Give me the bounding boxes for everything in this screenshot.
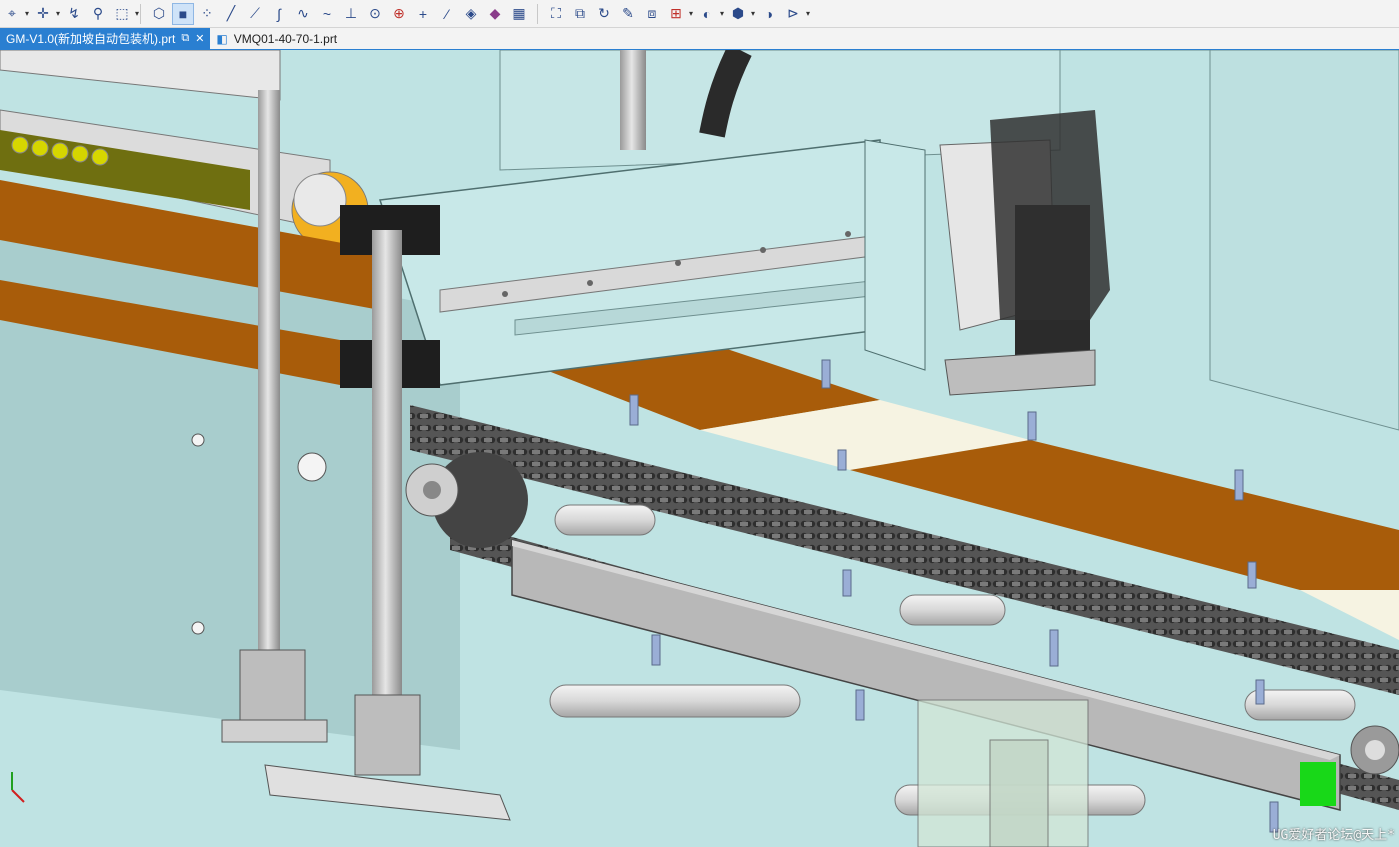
- point-icon[interactable]: ⁘: [196, 3, 218, 25]
- document-tabs: GM-V1.0(新加坡自动包装机).prt ⧉ ✕ ◧ VMQ01-40-70-…: [0, 28, 1399, 51]
- rotate-icon[interactable]: ↻: [593, 3, 615, 25]
- toolbar-separator: [140, 3, 141, 24]
- fit-icon[interactable]: ⛶: [545, 3, 567, 25]
- line-tangent-icon[interactable]: ⟋: [244, 3, 266, 25]
- tab-main-assembly[interactable]: GM-V1.0(新加坡自动包装机).prt ⧉ ✕: [0, 28, 211, 49]
- part-icon: ◧: [216, 31, 228, 46]
- sheet-icon[interactable]: ◈: [460, 3, 482, 25]
- close-icon[interactable]: ✕: [195, 32, 204, 45]
- display-icon[interactable]: ⊳ ▾: [782, 3, 810, 25]
- wave-icon[interactable]: ~: [316, 3, 338, 25]
- clip-icon[interactable]: ⧈: [641, 3, 663, 25]
- curve-icon[interactable]: ↯: [63, 3, 85, 25]
- curve-edit-icon[interactable]: ∿: [292, 3, 314, 25]
- toolbar-group-geometry: ⬡ ■ ⁘ ╱ ⟋ ∫ ∿ ~ ⊥ ⊙ ⊕ + ⁄ ◈ ◆ ▦: [147, 0, 531, 27]
- bearing-right-hub: [1365, 740, 1385, 760]
- line-icon[interactable]: ╱: [220, 3, 242, 25]
- rod-base-plate-left: [221, 719, 328, 743]
- sensor-mount: [989, 739, 1049, 847]
- guide-rod-left: [258, 90, 280, 690]
- plus-icon[interactable]: +: [412, 3, 434, 25]
- rod-support-left: [239, 649, 306, 731]
- spline-icon[interactable]: ∫: [268, 3, 290, 25]
- toolbar-separator: [537, 3, 538, 24]
- main-toolbar: ⌖ ▾ ✛ ▾ ↯ ⚲ ⬚ ▾ ⬡ ■ ⁘ ╱ ⟋ ∫ ∿ ~ ⊥ ⊙ ⊕ + ⁄ ◈…: [0, 0, 1399, 28]
- zoom-icon[interactable]: ⧉: [569, 3, 591, 25]
- pan-icon[interactable]: ✎: [617, 3, 639, 25]
- toolbar-group-selection: ⌖ ▾ ✛ ▾ ↯ ⚲ ⬚ ▾: [0, 0, 139, 27]
- layers-icon[interactable]: ◆: [484, 3, 506, 25]
- rod-support-right: [354, 694, 421, 776]
- crosshair-icon[interactable]: ⊥: [340, 3, 362, 25]
- roller: [899, 594, 1006, 626]
- guide-rod-right: [372, 230, 402, 700]
- solid-view-icon[interactable]: ■: [172, 2, 194, 25]
- cube-icon[interactable]: ⬢ ▾: [727, 3, 755, 25]
- sprocket-hub: [423, 481, 441, 499]
- roller: [549, 684, 801, 718]
- view-orient-icon[interactable]: ⊞ ▾: [665, 3, 693, 25]
- select-icon[interactable]: ⌖ ▾: [1, 3, 29, 25]
- pulley-hub: [293, 173, 347, 227]
- cable-chain-block: [990, 110, 1110, 320]
- box-select-icon[interactable]: ⬚ ▾: [111, 3, 139, 25]
- shaded-view-icon[interactable]: ⬡: [148, 3, 170, 25]
- circle-target-icon[interactable]: ⊕: [388, 3, 410, 25]
- forum-watermark: UG爱好者论坛@天上*: [1272, 828, 1395, 843]
- roller: [554, 504, 656, 536]
- carriage-end-plate: [864, 139, 926, 371]
- guide-rod-top: [620, 50, 646, 150]
- tab-label: GM-V1.0(新加坡自动包装机).prt: [6, 32, 176, 46]
- beam-end-cap: [1300, 762, 1336, 806]
- tab-part[interactable]: ◧ VMQ01-40-70-1.prt: [210, 28, 343, 49]
- grid-icon[interactable]: ▦: [508, 3, 530, 25]
- sphere-icon[interactable]: ◑: [758, 3, 780, 25]
- render-icon[interactable]: ◐ ▾: [696, 3, 724, 25]
- cad-model-view: [0, 50, 1399, 847]
- toolbar-group-view: ⛶ ⧉ ↻ ✎ ⧈ ⊞ ▾ ◐ ▾ ⬢ ▾ ◑ ⊳ ▾: [544, 0, 810, 27]
- slash-icon[interactable]: ⁄: [436, 3, 458, 25]
- snap-icon[interactable]: ✛ ▾: [32, 3, 60, 25]
- popout-icon[interactable]: ⧉: [181, 32, 189, 45]
- node-icon[interactable]: ⚲: [87, 3, 109, 25]
- tab-label: VMQ01-40-70-1.prt: [233, 31, 338, 46]
- graphics-viewport[interactable]: UG爱好者论坛@天上*: [0, 50, 1399, 847]
- center-point-icon[interactable]: ⊙: [364, 3, 386, 25]
